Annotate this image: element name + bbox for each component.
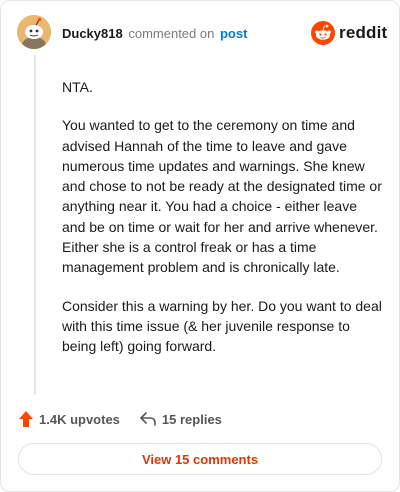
reddit-wordmark: reddit <box>339 23 388 42</box>
action-text: commented on <box>128 26 215 41</box>
comment-body: NTA. You wanted to get to the ceremony o… <box>62 77 382 375</box>
avatar[interactable] <box>17 15 51 49</box>
comment-card: Ducky818 commented on post reddit NTA. Y… <box>0 0 400 492</box>
username-link[interactable]: Ducky818 <box>62 26 123 41</box>
upvote-arrow-icon <box>19 411 33 427</box>
view-comments-button[interactable]: View 15 comments <box>18 443 382 475</box>
upvote-count: 1.4K upvotes <box>39 411 120 427</box>
comment-paragraph: You wanted to get to the ceremony on tim… <box>62 117 382 276</box>
comment-footer: 1.4K upvotes 15 replies <box>19 411 222 427</box>
reply-count: 15 replies <box>161 411 222 427</box>
comment-paragraph: NTA. <box>62 79 93 95</box>
post-link[interactable]: post <box>220 26 247 41</box>
reddit-logo-icon <box>311 21 335 45</box>
reply-arrow-icon <box>140 412 156 426</box>
thread-line[interactable] <box>34 55 36 395</box>
comment-paragraph: Consider this a warning by her. Do you w… <box>62 297 382 355</box>
upvote-button[interactable]: 1.4K upvotes <box>19 411 120 427</box>
replies-button[interactable]: 15 replies <box>140 412 222 427</box>
snoo-avatar-icon <box>17 15 51 49</box>
reddit-logo[interactable]: reddit <box>311 21 387 45</box>
comment-header: Ducky818 commented on post <box>62 26 247 42</box>
